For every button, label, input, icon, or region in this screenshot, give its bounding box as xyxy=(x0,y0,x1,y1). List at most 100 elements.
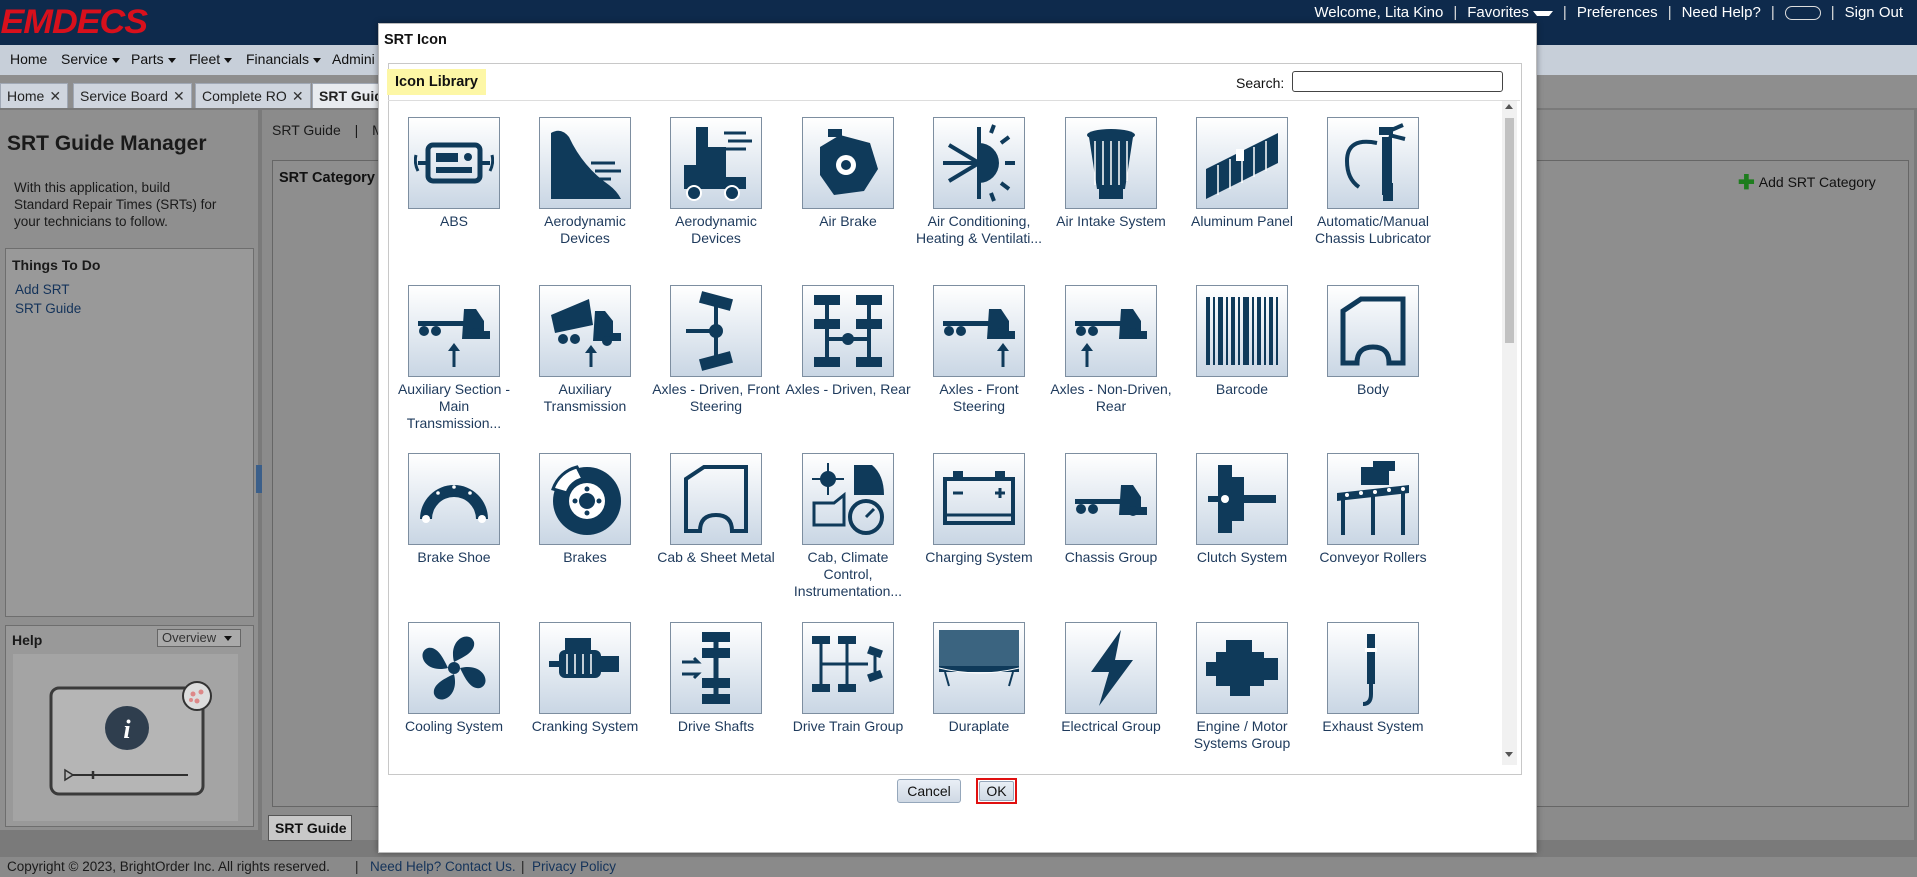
battery-icon[interactable] xyxy=(933,453,1025,545)
brake-rotor-icon[interactable] xyxy=(539,453,631,545)
menu-fleet[interactable]: Fleet xyxy=(189,51,233,67)
truck-aux-icon[interactable] xyxy=(408,285,500,377)
icon-library-item[interactable]: Drive Shafts xyxy=(652,622,780,735)
icon-library-item[interactable]: Aluminum Panel xyxy=(1178,117,1306,230)
dump-truck-icon[interactable] xyxy=(539,285,631,377)
subtab-srt-guide[interactable]: SRT Guide xyxy=(272,122,341,138)
brake-shoe-icon[interactable] xyxy=(408,453,500,545)
favorites-menu[interactable]: Favorites xyxy=(1461,4,1559,21)
hvac-icon[interactable] xyxy=(933,117,1025,209)
icon-library-item[interactable]: Charging System xyxy=(915,453,1043,566)
tab-complete-ro[interactable]: Complete RO ✕ xyxy=(195,83,311,108)
icon-library-item[interactable]: Duraplate xyxy=(915,622,1043,735)
axle-front-icon[interactable] xyxy=(670,285,762,377)
icon-library-item[interactable]: Electrical Group xyxy=(1047,622,1175,735)
icon-library-item[interactable]: Auxiliary Section - Main Transmission... xyxy=(390,285,518,432)
menu-parts[interactable]: Parts xyxy=(131,51,176,67)
preferences-link[interactable]: Preferences xyxy=(1571,4,1664,21)
icon-library-item[interactable]: Brakes xyxy=(521,453,649,566)
search-input[interactable] xyxy=(1292,71,1503,92)
icon-library-item[interactable]: Conveyor Rollers xyxy=(1309,453,1437,566)
icon-library-item[interactable]: Air Intake System xyxy=(1047,117,1175,230)
icon-library-item[interactable]: Axles - Front Steering xyxy=(915,285,1043,415)
tab-service-board[interactable]: Service Board ✕ xyxy=(73,83,192,108)
icon-library-item[interactable]: Cab & Sheet Metal xyxy=(652,453,780,566)
icon-library-item[interactable]: Air Conditioning, Heating & Ventilati... xyxy=(915,117,1043,247)
icon-library-item[interactable]: Axles - Driven, Front Steering xyxy=(652,285,780,415)
engine-icon[interactable] xyxy=(1196,622,1288,714)
fan-icon[interactable] xyxy=(408,622,500,714)
tab-srt-guide[interactable]: SRT Guid xyxy=(312,83,382,108)
icon-library-item[interactable]: Barcode xyxy=(1178,285,1306,398)
help-topic-select[interactable]: Overview xyxy=(157,629,241,647)
cab-sheet-icon[interactable] xyxy=(670,453,762,545)
sign-out-link[interactable]: Sign Out xyxy=(1839,4,1909,21)
icon-library-item[interactable]: Clutch System xyxy=(1178,453,1306,566)
emdecs-logo[interactable]: EMDECS xyxy=(1,3,148,42)
duraplate-icon[interactable] xyxy=(933,622,1025,714)
close-icon[interactable]: ✕ xyxy=(49,88,61,104)
air-filter-icon[interactable] xyxy=(1065,117,1157,209)
contact-link[interactable]: Need Help? Contact Us. xyxy=(370,859,516,874)
ok-button[interactable]: OK xyxy=(979,781,1014,801)
drivetrain-icon[interactable] xyxy=(802,622,894,714)
bottom-tab-srt-guide[interactable]: SRT Guide xyxy=(268,815,352,841)
add-srt-link[interactable]: Add SRT xyxy=(15,282,70,297)
body-panel-icon[interactable] xyxy=(1327,285,1419,377)
cab-climate-icon[interactable] xyxy=(802,453,894,545)
driveshaft-icon[interactable] xyxy=(670,622,762,714)
starter-icon[interactable] xyxy=(539,622,631,714)
close-icon[interactable]: ✕ xyxy=(173,88,185,104)
menu-financials[interactable]: Financials xyxy=(246,51,322,67)
menu-admin[interactable]: Admini xyxy=(332,51,375,67)
ok-button-highlight[interactable]: OK xyxy=(976,778,1017,804)
add-srt-category-button[interactable]: ✚ Add SRT Category xyxy=(1738,170,1876,195)
conveyor-icon[interactable] xyxy=(1327,453,1419,545)
icon-library-item[interactable]: Air Brake xyxy=(784,117,912,230)
icon-library-item[interactable]: Axles - Driven, Rear xyxy=(784,285,912,398)
aero-truck-icon[interactable] xyxy=(670,117,762,209)
icon-library-item[interactable]: ABS xyxy=(390,117,518,230)
help-video-thumbnail[interactable]: i xyxy=(13,654,238,821)
icon-library-tab[interactable]: Icon Library xyxy=(387,69,486,95)
icon-library-item[interactable]: Body xyxy=(1309,285,1437,398)
menu-service[interactable]: Service xyxy=(61,51,120,67)
scrollbar-thumb[interactable] xyxy=(1505,118,1514,343)
truck-front-axle-icon[interactable] xyxy=(933,285,1025,377)
grease-gun-icon[interactable] xyxy=(1327,117,1419,209)
icon-library-item[interactable]: Aerodynamic Devices xyxy=(521,117,649,247)
menu-home[interactable]: Home xyxy=(10,51,47,67)
air-brake-icon[interactable] xyxy=(802,117,894,209)
exhaust-icon[interactable] xyxy=(1327,622,1419,714)
aluminum-panel-icon[interactable] xyxy=(1196,117,1288,209)
icon-library-item[interactable]: Drive Train Group xyxy=(784,622,912,735)
aero-fairing-icon[interactable] xyxy=(539,117,631,209)
icon-library-item[interactable]: Aerodynamic Devices xyxy=(652,117,780,247)
tab-home[interactable]: Home ✕ xyxy=(0,83,69,108)
icon-library-item[interactable]: Cab, Climate Control, Instrumentation... xyxy=(784,453,912,600)
toggle-icon[interactable] xyxy=(1779,4,1827,21)
icon-library-item[interactable]: Axles - Non-Driven, Rear xyxy=(1047,285,1175,415)
icon-library-item[interactable]: Engine / Motor Systems Group xyxy=(1178,622,1306,752)
lightning-icon[interactable] xyxy=(1065,622,1157,714)
icon-library-item[interactable]: Cranking System xyxy=(521,622,649,735)
icon-library-item[interactable]: Chassis Group xyxy=(1047,453,1175,566)
truck-rear-axle-icon[interactable] xyxy=(1065,285,1157,377)
icon-library-item[interactable]: Automatic/Manual Chassis Lubricator xyxy=(1309,117,1437,247)
close-icon[interactable]: ✕ xyxy=(292,88,304,104)
cancel-button[interactable]: Cancel xyxy=(897,779,961,803)
scroll-up-icon[interactable] xyxy=(1505,104,1513,109)
icon-library-item[interactable]: Auxiliary Transmission xyxy=(521,285,649,415)
icon-library-item[interactable]: Cooling System xyxy=(390,622,518,735)
chassis-truck-icon[interactable] xyxy=(1065,453,1157,545)
abs-icon[interactable] xyxy=(408,117,500,209)
clutch-icon[interactable] xyxy=(1196,453,1288,545)
barcode-icon[interactable] xyxy=(1196,285,1288,377)
icon-library-item[interactable]: Brake Shoe xyxy=(390,453,518,566)
axle-rear-icon[interactable] xyxy=(802,285,894,377)
icon-library-item[interactable]: Exhaust System xyxy=(1309,622,1437,735)
need-help-link[interactable]: Need Help? xyxy=(1676,4,1767,21)
scroll-down-icon[interactable] xyxy=(1505,752,1513,757)
privacy-link[interactable]: Privacy Policy xyxy=(532,859,616,874)
srt-guide-link[interactable]: SRT Guide xyxy=(15,301,81,316)
